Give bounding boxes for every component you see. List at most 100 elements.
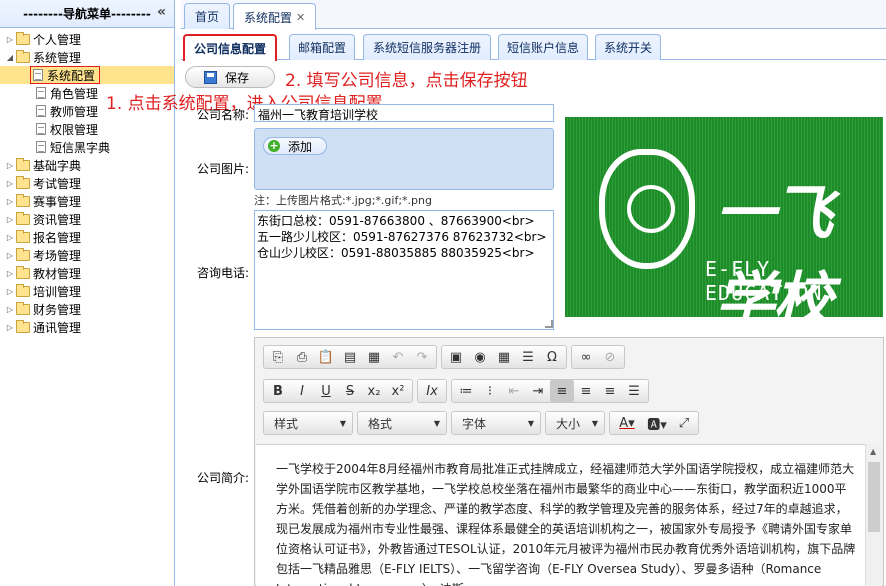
tab-email-config[interactable]: 邮箱配置 (289, 34, 355, 60)
expand-icon[interactable]: ▷ (4, 233, 16, 242)
align-left-icon[interactable]: ≡ (550, 380, 574, 402)
size-dropdown[interactable]: 大小 ▼ (545, 411, 605, 435)
undo-icon[interactable]: ↶ (386, 346, 410, 368)
unlink-icon[interactable]: ⊘ (598, 346, 622, 368)
bullet-list-icon[interactable]: ⁝ (478, 380, 502, 402)
chevron-down-icon: ▼ (527, 418, 534, 428)
sidebar-item-competitions[interactable]: ▷ 赛事管理 (0, 192, 174, 210)
tab-system-switch[interactable]: 系统开关 (595, 34, 661, 60)
expand-icon[interactable]: ▷ (4, 287, 16, 296)
font-dropdown[interactable]: 字体 ▼ (451, 411, 541, 435)
sidebar-item-registration[interactable]: ▷ 报名管理 (0, 228, 174, 246)
intro-label: 公司简介: (196, 471, 249, 485)
sidebar-item-base-dict[interactable]: ▷ 基础字典 (0, 156, 174, 174)
print-icon[interactable]: ⎙ (290, 346, 314, 368)
folder-icon (16, 265, 30, 279)
tab-label: 邮箱配置 (297, 41, 346, 55)
paste-word-icon[interactable]: ▦ (362, 346, 386, 368)
image-icon[interactable]: ▣ (444, 346, 468, 368)
nav-tree: ▷ 个人管理 ◢ 系统管理 系统配置 角色管理 教师管理 权限管理 短信黑字典 … (0, 28, 174, 336)
tab-system-config[interactable]: 系统配置 ✕ (233, 3, 317, 30)
paste-text-icon[interactable]: ▤ (338, 346, 362, 368)
tab-home[interactable]: 首页 (184, 3, 231, 29)
sidebar-item-news[interactable]: ▷ 资讯管理 (0, 210, 174, 228)
flash-icon[interactable]: ◉ (468, 346, 492, 368)
maximize-icon[interactable]: ⤢ (672, 412, 696, 434)
sidebar-item-finance[interactable]: ▷ 财务管理 (0, 300, 174, 318)
indent-icon[interactable]: ⇥ (526, 380, 550, 402)
sidebar-item-system[interactable]: ◢ 系统管理 (0, 48, 174, 66)
redo-icon[interactable]: ↷ (410, 346, 434, 368)
collapse-icon[interactable]: « (157, 4, 166, 20)
close-icon[interactable]: ✕ (296, 11, 305, 24)
sidebar-item-personal[interactable]: ▷ 个人管理 (0, 30, 174, 48)
outdent-icon[interactable]: ⇤ (502, 380, 526, 402)
preview-icon[interactable]: ⎘ (266, 346, 290, 368)
sidebar-item-communication[interactable]: ▷ 通讯管理 (0, 318, 174, 336)
company-name-input[interactable]: 福州一飞教育培训学校 (254, 104, 554, 122)
save-button[interactable]: 保存 (185, 66, 275, 88)
style-dropdown[interactable]: 样式 ▼ (263, 411, 353, 435)
align-justify-icon[interactable]: ☰ (622, 380, 646, 402)
paste-icon[interactable]: 📋 (314, 346, 338, 368)
expand-icon[interactable]: ▷ (4, 35, 16, 44)
sidebar-item-training[interactable]: ▷ 培训管理 (0, 282, 174, 300)
toolbar-group-color: A▾ 🅰▾ ⤢ (609, 411, 699, 435)
clear-format-icon[interactable]: Ix (420, 380, 444, 402)
document-icon (33, 69, 43, 81)
underline-icon[interactable]: U (314, 380, 338, 402)
align-right-icon[interactable]: ≡ (598, 380, 622, 402)
scrollbar-thumb[interactable] (868, 462, 880, 532)
strikethrough-icon[interactable]: S (338, 380, 362, 402)
special-char-icon[interactable]: Ω (540, 346, 564, 368)
sidebar-item-exams[interactable]: ▷ 考试管理 (0, 174, 174, 192)
sidebar-item-permissions[interactable]: 权限管理 (0, 120, 174, 138)
image-format-hint: 注：上传图片格式:*.jpg;*.gif;*.png (254, 194, 432, 207)
numbered-list-icon[interactable]: ≔ (454, 380, 478, 402)
bold-icon[interactable]: B (266, 380, 290, 402)
folder-icon (16, 175, 30, 189)
expand-icon[interactable]: ▷ (4, 215, 16, 224)
sidebar-item-textbooks[interactable]: ▷ 教材管理 (0, 264, 174, 282)
expand-icon[interactable]: ▷ (4, 323, 16, 332)
editor-content[interactable]: 一飞学校于2004年8月经福州市教育局批准正式挂牌成立，经福建师范大学外国语学院… (256, 444, 866, 586)
subscript-icon[interactable]: x₂ (362, 380, 386, 402)
image-upload-area[interactable]: + 添加 (254, 128, 554, 190)
sidebar-item-exam-rooms[interactable]: ▷ 考场管理 (0, 246, 174, 264)
add-image-button[interactable]: + 添加 (263, 137, 327, 155)
tab-sms-account[interactable]: 短信账户信息 (498, 34, 588, 60)
logo-seal-icon (599, 149, 695, 269)
sidebar-item-label: 资讯管理 (33, 212, 82, 227)
sidebar-item-label: 基础字典 (33, 158, 82, 173)
scroll-up-icon[interactable]: ▲ (870, 447, 876, 456)
tab-company-info[interactable]: 公司信息配置 (183, 34, 277, 61)
sidebar-item-sms-blacklist[interactable]: 短信黑字典 (0, 138, 174, 156)
collapse-tree-icon[interactable]: ◢ (4, 53, 16, 62)
editor-toolbar-row-3: 样式 ▼ 格式 ▼ 字体 ▼ 大小 ▼ A▾ 🅰▾ ⤢ (263, 411, 699, 435)
table-icon[interactable]: ▦ (492, 346, 516, 368)
expand-icon[interactable]: ▷ (4, 269, 16, 278)
italic-icon[interactable]: I (290, 380, 314, 402)
expand-icon[interactable]: ▷ (4, 197, 16, 206)
tab-label: 系统开关 (603, 41, 652, 55)
tab-label: 系统短信服务器注册 (372, 41, 481, 55)
editor-scrollbar[interactable]: ▲ (865, 444, 882, 586)
align-center-icon[interactable]: ≡ (574, 380, 598, 402)
expand-icon[interactable]: ▷ (4, 179, 16, 188)
text-color-icon[interactable]: A▾ (612, 412, 642, 434)
horizontal-rule-icon[interactable]: ☰ (516, 346, 540, 368)
sidebar-item-system-config[interactable]: 系统配置 (0, 66, 174, 84)
link-icon[interactable]: ∞ (574, 346, 598, 368)
tab-sms-server[interactable]: 系统短信服务器注册 (363, 34, 491, 60)
main-panel: 首页 系统配置 ✕ 公司信息配置 邮箱配置 系统短信服务器注册 短信账户信息 系… (181, 0, 886, 586)
format-dropdown[interactable]: 格式 ▼ (357, 411, 447, 435)
expand-icon[interactable]: ▷ (4, 161, 16, 170)
tab-label: 公司信息配置 (193, 42, 266, 56)
phone-textarea[interactable]: 东街口总校：0591-87663800 、87663900<br> 五一路少儿校… (254, 210, 554, 330)
superscript-icon[interactable]: x² (386, 380, 410, 402)
resize-grip-icon[interactable] (545, 320, 553, 328)
expand-icon[interactable]: ▷ (4, 305, 16, 314)
tab-label: 短信账户信息 (506, 41, 579, 55)
expand-icon[interactable]: ▷ (4, 251, 16, 260)
background-color-icon[interactable]: 🅰▾ (642, 412, 672, 434)
